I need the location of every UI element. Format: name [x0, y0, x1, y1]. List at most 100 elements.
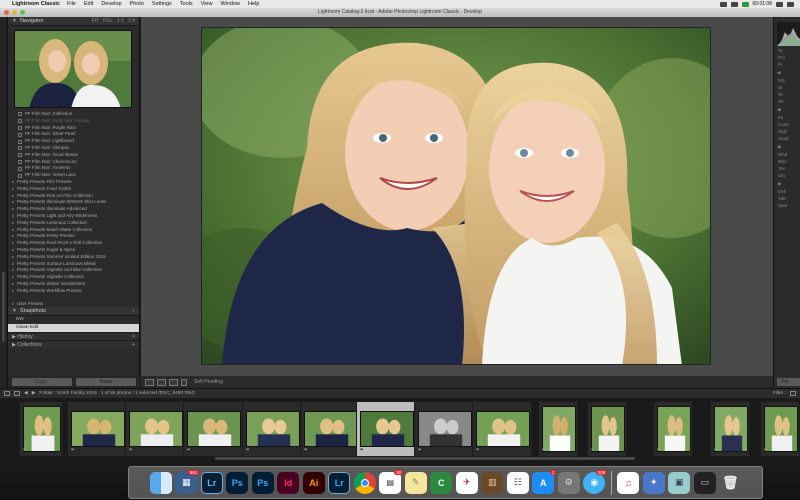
- folder-icon[interactable]: ▭: [693, 471, 716, 494]
- preset-folder[interactable]: ▸ Pretty Presets Vignette and Blur Collec…: [12, 267, 135, 274]
- preset-item[interactable]: PF Film Noir: Lightboard: [12, 138, 135, 145]
- preset-folder[interactable]: ▸ Pretty Presets Match Matte Collection: [12, 227, 135, 234]
- right-panel-label[interactable]: Blac: [774, 157, 800, 164]
- zoom-window-button[interactable]: [20, 10, 25, 15]
- system-preferences-icon[interactable]: ⚙: [557, 471, 580, 494]
- right-panel-label[interactable]: Deh: [774, 187, 800, 194]
- clock[interactable]: 00:01:08: [753, 1, 772, 7]
- copy-settings-button[interactable]: Copy...: [12, 378, 72, 386]
- minimize-window-button[interactable]: [12, 10, 17, 15]
- camtasia-icon[interactable]: C: [430, 471, 453, 494]
- snapshot-item[interactable]: Clean Edit: [8, 324, 139, 332]
- add-collection-icon[interactable]: +: [132, 342, 135, 348]
- preset-folder[interactable]: ▸ Pretty Presets Food Toolkit: [12, 186, 135, 193]
- rating-dots[interactable]: •••: [246, 447, 249, 453]
- preset-folder[interactable]: ▸ Pretty Presets Summer Limited Edition 2…: [12, 254, 135, 261]
- filmstrip-thumbnail[interactable]: •••: [300, 401, 360, 457]
- grid-view-icon[interactable]: [14, 391, 20, 396]
- navigator-zoom-option[interactable]: 1:4: [128, 18, 135, 24]
- preset-folder[interactable]: ▸ Pretty Presets Rock Rock n Roll Collect…: [12, 240, 135, 247]
- search-icon[interactable]: [776, 1, 783, 7]
- app-menu[interactable]: Lightroom Classic: [12, 1, 60, 7]
- navigator-zoom-option[interactable]: 1:1: [117, 18, 124, 24]
- calendar-icon[interactable]: ▤ 30: [379, 469, 404, 494]
- snapshot-item[interactable]: BW: [8, 316, 139, 324]
- preset-folder[interactable]: ▸ Pretty Presets Illuminate BONUS Skin Lo…: [12, 199, 135, 206]
- main-photo[interactable]: [201, 27, 711, 365]
- navigator-zoom-option[interactable]: FIT: [92, 18, 100, 24]
- preset-folder[interactable]: ▸ Pretty Presets Film Presets: [12, 179, 135, 186]
- preset-folder[interactable]: ▸ Pretty Presets Sugar & Spice: [12, 247, 135, 254]
- menu-edit[interactable]: Edit: [84, 1, 93, 7]
- panel-expand-icon[interactable]: ◀: [774, 178, 800, 187]
- filmstrip-thumbnail[interactable]: •••: [356, 401, 416, 457]
- secondary-window-icon[interactable]: [4, 391, 10, 396]
- preset-folder[interactable]: ▸ Pretty Presets Vignette Collection: [12, 274, 135, 281]
- app-icon[interactable]: ✦: [642, 471, 665, 494]
- preset-item[interactable]: PF Film Noir: Velvet Lace: [12, 172, 135, 179]
- lightroom-classic-icon[interactable]: Lr: [328, 471, 351, 494]
- menu-tools[interactable]: Tools: [180, 1, 193, 7]
- preset-item[interactable]: PF Film Noir: Chiaroscuro: [12, 159, 135, 166]
- filmstrip-scrollbar[interactable]: [215, 457, 635, 460]
- photoshop-icon[interactable]: Ps: [226, 471, 249, 494]
- menu-file[interactable]: File: [67, 1, 76, 7]
- preset-item[interactable]: PF Film Noir: Collection: [12, 111, 135, 118]
- rating-dots[interactable]: •••: [764, 447, 767, 453]
- right-panel-label[interactable]: Vibr: [774, 194, 800, 201]
- right-panel-label[interactable]: Pro: [774, 53, 800, 60]
- wifi-icon[interactable]: [730, 1, 738, 7]
- preset-item[interactable]: PF Film Noir: Good Moves: [12, 152, 135, 159]
- preset-item[interactable]: PF Film Noir: Timeless: [12, 165, 135, 172]
- left-panel-scrollbar[interactable]: [2, 272, 5, 342]
- right-panel-label[interactable]: Ex: [774, 113, 800, 120]
- indesign-icon[interactable]: Id: [277, 471, 300, 494]
- app-icon[interactable]: ▥: [481, 471, 504, 494]
- previous-button[interactable]: Pre: [777, 378, 800, 386]
- preset-folder[interactable]: ▸ Pretty Presets Fine Art Film Collection: [12, 193, 135, 200]
- filter-label[interactable]: Filter :: [773, 391, 786, 396]
- copy-before-after-button[interactable]: [181, 378, 187, 386]
- filmstrip-thumbnail[interactable]: •••: [19, 401, 63, 457]
- rating-dots[interactable]: •••: [129, 447, 132, 453]
- back-arrow-icon[interactable]: ◀: [24, 391, 28, 396]
- photos-app-icon[interactable]: ▦ 961: [175, 469, 200, 494]
- right-panel-label[interactable]: Whit: [774, 150, 800, 157]
- right-panel-label[interactable]: High: [774, 127, 800, 134]
- panel-expand-icon[interactable]: ◀: [774, 104, 800, 113]
- filmstrip-thumbnail[interactable]: •••: [653, 401, 693, 457]
- navigator-header[interactable]: ▼ Navigator FIT FILL 1:1 1:4: [8, 17, 139, 26]
- forward-arrow-icon[interactable]: ▶: [32, 391, 36, 396]
- notes-icon[interactable]: ✎: [404, 471, 427, 494]
- filmstrip-thumbnail[interactable]: •••: [587, 401, 627, 457]
- paste-settings-button[interactable]: Paste: [76, 378, 136, 386]
- navigator-preview[interactable]: [14, 30, 132, 108]
- preset-item[interactable]: PF Film Noir: Purple Rain: [12, 125, 135, 132]
- menu-photo[interactable]: Photo: [130, 1, 144, 7]
- chrome-icon[interactable]: [353, 471, 376, 494]
- acrobat-icon[interactable]: ✈: [455, 471, 478, 494]
- preset-folder[interactable]: ▸ Pretty Presets Winter Wonderland: [12, 281, 135, 288]
- right-panel-label[interactable]: Pi: [774, 60, 800, 67]
- collections-header[interactable]: ▶ Collections +: [8, 340, 139, 348]
- filmstrip-thumbnail[interactable]: •••: [472, 401, 532, 457]
- clear-history-icon[interactable]: ×: [132, 334, 135, 340]
- close-window-button[interactable]: [4, 10, 9, 15]
- loupe-view-button[interactable]: [145, 378, 154, 386]
- filmstrip-thumbnail[interactable]: •••: [67, 401, 127, 457]
- right-panel-label[interactable]: Shad: [774, 134, 800, 141]
- filter-lock-icon[interactable]: [790, 391, 796, 396]
- preset-item[interactable]: PF Film Noir: Silver Pearl: [12, 131, 135, 138]
- add-snapshot-icon[interactable]: +: [132, 308, 135, 314]
- snapshots-header[interactable]: ▼ Snapshots +: [8, 307, 139, 316]
- rating-dots[interactable]: •••: [476, 447, 479, 453]
- preset-item[interactable]: PF Film Noir: Gritty Noir Vintage: [12, 118, 135, 125]
- preset-folder[interactable]: ▸ Pretty Presets Illuminate Advanced: [12, 206, 135, 213]
- rating-dots[interactable]: •••: [23, 447, 26, 453]
- rating-dots[interactable]: •••: [714, 447, 717, 453]
- filmstrip-thumbnail[interactable]: •••: [125, 401, 185, 457]
- preset-folder[interactable]: ▸ Pretty Presets Luminous Collection: [12, 220, 135, 227]
- filmstrip-thumbnail[interactable]: •••: [710, 401, 750, 457]
- panel-expand-icon[interactable]: ◀: [774, 141, 800, 150]
- menu-develop[interactable]: Develop: [101, 1, 121, 7]
